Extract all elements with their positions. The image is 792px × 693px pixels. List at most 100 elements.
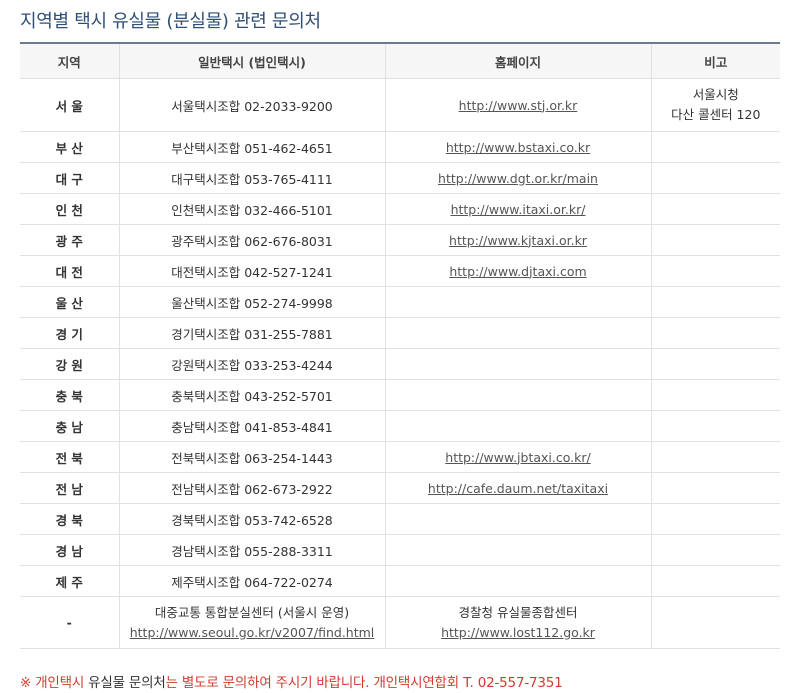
homepage-cell: http://cafe.daum.net/taxitaxi xyxy=(384,472,652,504)
homepage-cell: http://www.bstaxi.co.kr xyxy=(384,131,652,163)
note-cell xyxy=(650,565,780,597)
region-cell: 충 북 xyxy=(20,379,120,411)
homepage-link[interactable]: http://www.jbtaxi.co.kr/ xyxy=(445,450,590,465)
region-cell: 경 북 xyxy=(20,503,120,535)
homepage-cell: 경찰청 유실물종합센터 http://www.lost112.go.kr xyxy=(384,596,652,649)
homepage-cell xyxy=(384,410,652,442)
contact-cell: 서울택시조합 02-2033-9200 xyxy=(118,78,386,132)
homepage-cell: http://www.jbtaxi.co.kr/ xyxy=(384,441,652,473)
note-cell xyxy=(650,317,780,349)
note-cell xyxy=(650,534,780,566)
contact-cell: 경기택시조합 031-255-7881 xyxy=(118,317,386,349)
note-cell xyxy=(650,348,780,380)
note-cell xyxy=(650,131,780,163)
region-cell: 부 산 xyxy=(20,131,120,163)
contact-cell: 부산택시조합 051-462-4651 xyxy=(118,131,386,163)
header-homepage: 홈페이지 xyxy=(384,43,652,79)
region-cell: 경 남 xyxy=(20,534,120,566)
homepage-link[interactable]: http://www.dgt.or.kr/main xyxy=(438,171,598,186)
table-header-row: 지역 일반택시 (법인택시) 홈페이지 비고 xyxy=(20,43,780,79)
page-title: 지역별 택시 유실물 (분실물) 관련 문의처 xyxy=(20,11,321,32)
table-row: 대 전 대전택시조합 042-527-1241 http://www.djtaxi.… xyxy=(20,255,780,287)
contact-cell: 광주택시조합 062-676-8031 xyxy=(118,224,386,256)
region-cell: 강 원 xyxy=(20,348,120,380)
table-row: 전 남 전남택시조합 062-673-2922 http://cafe.daum.n… xyxy=(20,472,780,504)
table-body: 서 울 서울택시조합 02-2033-9200 http://www.stj.or.… xyxy=(20,78,780,649)
table-row: 충 남 충남택시조합 041-853-4841 xyxy=(20,410,780,442)
police-center-link[interactable]: http://www.lost112.go.kr xyxy=(388,623,649,643)
table-row: 인 천 인천택시조합 032-466-5101 http://www.itaxi.o… xyxy=(20,193,780,225)
note-cell xyxy=(650,441,780,473)
header-note: 비고 xyxy=(650,43,780,79)
table-row: 대 구 대구택시조합 053-765-4111 http://www.dgt.or.… xyxy=(20,162,780,194)
contact-cell: 울산택시조합 052-274-9998 xyxy=(118,286,386,318)
table-row: 경 기 경기택시조합 031-255-7881 xyxy=(20,317,780,349)
region-cell: 전 북 xyxy=(20,441,120,473)
table-row: 서 울 서울택시조합 02-2033-9200 http://www.stj.or.… xyxy=(20,78,780,132)
contact-cell: 경남택시조합 055-288-3311 xyxy=(118,534,386,566)
region-cell: 경 기 xyxy=(20,317,120,349)
contact-cell: 대중교통 통합분실센터 (서울시 운영) http://www.seoul.go.… xyxy=(118,596,386,649)
homepage-cell xyxy=(384,565,652,597)
homepage-link[interactable]: http://www.itaxi.or.kr/ xyxy=(451,202,586,217)
contact-cell: 인천택시조합 032-466-5101 xyxy=(118,193,386,225)
note-cell xyxy=(650,379,780,411)
notice-mark: ※ 개인택시 xyxy=(20,675,85,691)
table-row: 광 주 광주택시조합 062-676-8031 http://www.kjtaxi.… xyxy=(20,224,780,256)
region-cell: 인 천 xyxy=(20,193,120,225)
header-general-taxi: 일반택시 (법인택시) xyxy=(118,43,386,79)
homepage-cell xyxy=(384,286,652,318)
table-row: 강 원 강원택시조합 033-253-4244 xyxy=(20,348,780,380)
note-line: 다산 콜센터 120 xyxy=(671,107,761,122)
homepage-cell: http://www.kjtaxi.or.kr xyxy=(384,224,652,256)
region-cell: 제 주 xyxy=(20,565,120,597)
note-cell xyxy=(650,162,780,194)
contact-cell: 전북택시조합 063-254-1443 xyxy=(118,441,386,473)
contact-cell: 대전택시조합 042-527-1241 xyxy=(118,255,386,287)
table-row: 제 주 제주택시조합 064-722-0274 xyxy=(20,565,780,597)
homepage-link[interactable]: http://www.bstaxi.co.kr xyxy=(446,140,590,155)
note-cell xyxy=(650,472,780,504)
police-center-name: 경찰청 유실물종합센터 xyxy=(458,604,578,620)
note-cell xyxy=(650,224,780,256)
homepage-cell xyxy=(384,348,652,380)
homepage-cell: http://www.dgt.or.kr/main xyxy=(384,162,652,194)
homepage-cell xyxy=(384,503,652,535)
contact-cell: 충북택시조합 043-252-5701 xyxy=(118,379,386,411)
lost-items-contact-table: 지역 일반택시 (법인택시) 홈페이지 비고 서 울 서울택시조합 02-2033… xyxy=(20,42,780,649)
homepage-cell: http://www.itaxi.or.kr/ xyxy=(384,193,652,225)
header-region: 지역 xyxy=(20,43,120,79)
homepage-link[interactable]: http://www.kjtaxi.or.kr xyxy=(449,233,587,248)
note-cell: 서울시청 다산 콜센터 120 xyxy=(650,78,780,132)
region-cell: 충 남 xyxy=(20,410,120,442)
contact-cell: 충남택시조합 041-853-4841 xyxy=(118,410,386,442)
homepage-link[interactable]: http://www.djtaxi.com xyxy=(449,264,586,279)
region-cell: 대 전 xyxy=(20,255,120,287)
table-row: 충 북 충북택시조합 043-252-5701 xyxy=(20,379,780,411)
table-row-other: - 대중교통 통합분실센터 (서울시 운영) http://www.seoul.go… xyxy=(20,596,780,649)
contact-cell: 전남택시조합 062-673-2922 xyxy=(118,472,386,504)
region-cell: 광 주 xyxy=(20,224,120,256)
table-row: 울 산 울산택시조합 052-274-9998 xyxy=(20,286,780,318)
homepage-cell xyxy=(384,379,652,411)
homepage-cell: http://www.djtaxi.com xyxy=(384,255,652,287)
region-cell: 울 산 xyxy=(20,286,120,318)
note-cell xyxy=(650,255,780,287)
notice-subject: 유실물 문의처 xyxy=(84,675,166,691)
contact-cell: 제주택시조합 064-722-0274 xyxy=(118,565,386,597)
center-link[interactable]: http://www.seoul.go.kr/v2007/find.html xyxy=(122,623,383,643)
region-cell: - xyxy=(20,596,120,649)
contact-cell: 대구택시조합 053-765-4111 xyxy=(118,162,386,194)
table-row: 부 산 부산택시조합 051-462-4651 http://www.bstaxi.… xyxy=(20,131,780,163)
note-cell xyxy=(650,193,780,225)
homepage-link[interactable]: http://cafe.daum.net/taxitaxi xyxy=(428,481,608,496)
region-cell: 대 구 xyxy=(20,162,120,194)
table-row: 경 북 경북택시조합 053-742-6528 xyxy=(20,503,780,535)
region-cell: 전 남 xyxy=(20,472,120,504)
center-name: 대중교통 통합분실센터 (서울시 운영) xyxy=(154,604,350,620)
contact-cell: 경북택시조합 053-742-6528 xyxy=(118,503,386,535)
contact-cell: 강원택시조합 033-253-4244 xyxy=(118,348,386,380)
notice-text: ※ 개인택시 유실물 문의처는 별도로 문의하여 주시기 바랍니다. 개인택시연… xyxy=(20,671,563,691)
homepage-link[interactable]: http://www.stj.or.kr xyxy=(459,98,578,113)
homepage-cell xyxy=(384,534,652,566)
